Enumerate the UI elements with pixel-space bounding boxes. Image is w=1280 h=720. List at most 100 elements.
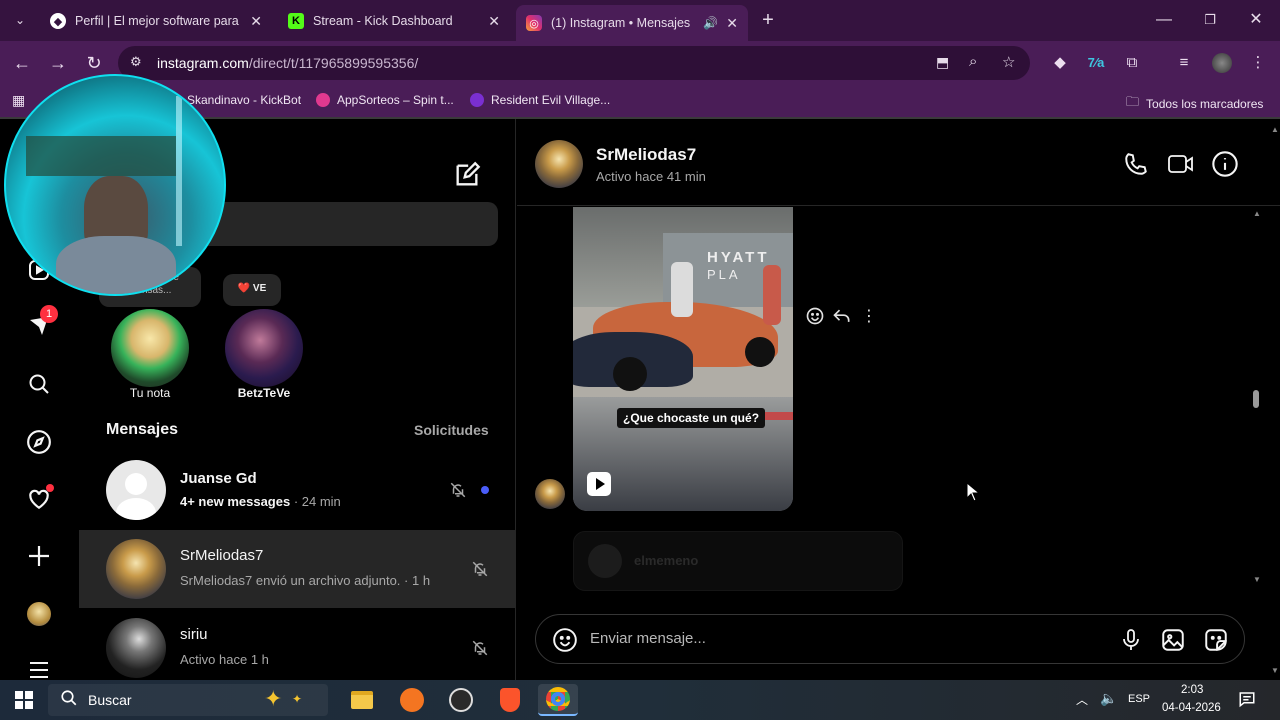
minimize-button[interactable]: — (1150, 8, 1178, 32)
friend-note-bubble[interactable]: ❤️ VE (223, 274, 281, 306)
blurred-message: elmemeno (573, 531, 903, 591)
address-bar[interactable]: ⚙ instagram.com/direct/t/117965899595356… (118, 46, 1030, 80)
bookmark-resident-evil[interactable]: Resident Evil Village... (470, 93, 610, 107)
tab-close-icon[interactable]: ✕ (488, 13, 500, 30)
url-host: instagram.com (157, 55, 249, 71)
bookmark-label: Resident Evil Village... (491, 93, 611, 107)
windows-start-icon[interactable] (4, 684, 44, 716)
url-text: instagram.com/direct/t/117965899595356/ (157, 55, 418, 71)
notifications-center-icon[interactable] (1238, 690, 1256, 713)
mouse-cursor-icon (966, 481, 981, 507)
message-input[interactable]: Enviar mensaje... (590, 630, 706, 647)
preview-time: · 24 min (290, 494, 341, 509)
audio-call-icon[interactable] (1123, 151, 1149, 182)
preview-time: · 1 h (400, 573, 431, 588)
contact-avatar[interactable] (535, 140, 583, 188)
contact-status: Activo hace 41 min (596, 169, 706, 184)
chrome-browser-icon[interactable] (538, 684, 578, 716)
requests-link[interactable]: Solicitudes (414, 422, 489, 438)
tab-close-icon[interactable]: ✕ (726, 15, 738, 32)
tab-audio-icon[interactable]: 🔊 (703, 16, 718, 30)
tab-kick-dashboard[interactable]: K Stream - Kick Dashboard ✕ (278, 7, 510, 35)
sticker-icon[interactable] (1203, 627, 1229, 658)
new-tab-button[interactable]: + (756, 8, 780, 32)
new-message-icon[interactable] (453, 161, 483, 191)
taskbar-search-box[interactable]: Buscar ✦ ✦ (48, 684, 328, 716)
chat-header: SrMeliodas7 Activo hace 41 min (517, 119, 1280, 206)
extensions-puzzle-icon[interactable]: ⧉ (1120, 51, 1144, 75)
react-emoji-icon[interactable] (805, 306, 825, 331)
sender-avatar[interactable] (535, 479, 565, 509)
tab-title: Stream - Kick Dashboard (313, 14, 453, 28)
shared-reel[interactable]: HYATT PLA ¿Que chocaste un qué? (573, 207, 793, 511)
extension-proton-icon[interactable]: ◆ (1048, 51, 1072, 75)
page-scrollbar[interactable]: ▲ ▼ (1270, 119, 1280, 682)
conversation-info-icon[interactable] (1211, 150, 1239, 183)
bookmark-star-icon[interactable]: ☆ (1002, 53, 1015, 71)
add-photo-icon[interactable] (1160, 627, 1186, 658)
clock-date[interactable]: 04-04-2026 (1162, 702, 1221, 714)
site-info-icon[interactable]: ⚙ (130, 54, 142, 70)
chat-panel: SrMeliodas7 Activo hace 41 min HYATT PLA (517, 119, 1280, 682)
tab-search-button[interactable]: ⌄ (10, 10, 30, 30)
tab-close-icon[interactable]: ✕ (250, 13, 262, 30)
create-plus-icon[interactable] (24, 541, 54, 571)
explore-compass-icon[interactable] (24, 427, 54, 457)
url-path: /direct/t/117965899595356/ (248, 55, 419, 71)
restore-button[interactable]: ❐ (1196, 8, 1224, 32)
reel-play-icon (587, 472, 611, 496)
preview-text: SrMeliodas7 envió un archivo adjunto. (180, 573, 401, 588)
zoom-icon[interactable]: ⌕ (969, 53, 977, 70)
apps-grid-icon[interactable]: ▦ (12, 92, 25, 109)
reload-button[interactable]: ↻ (82, 51, 106, 75)
conversation-item[interactable]: Juanse Gd 4+ new messages · 24 min (79, 451, 516, 529)
friend-note-avatar[interactable] (225, 309, 303, 387)
my-note-label: Tu nota (129, 386, 171, 400)
close-window-button[interactable]: ✕ (1242, 8, 1270, 32)
copilot-sparkle-icon: ✦ (264, 686, 283, 711)
preview-text: 4+ new messages (180, 494, 291, 509)
messages-icon[interactable]: 1 (24, 305, 58, 341)
conversation-item-selected[interactable]: SrMeliodas7 SrMeliodas7 envió un archivo… (79, 530, 516, 608)
back-button[interactable]: ← (10, 51, 34, 75)
language-indicator[interactable]: ESP (1128, 693, 1150, 705)
media-controls-icon[interactable]: ≡ (1172, 51, 1196, 75)
bookmark-label: Skandinavo - KickBot (187, 93, 302, 107)
muted-bell-icon (471, 560, 489, 578)
voice-message-icon[interactable] (1119, 627, 1143, 658)
tray-overflow-icon[interactable]: ︿ (1076, 691, 1088, 708)
crunchyroll-icon[interactable] (392, 684, 432, 716)
browser-menu-icon[interactable]: ⋮ (1246, 51, 1270, 75)
folder-icon: 🗀 (1126, 94, 1140, 109)
emoji-picker-icon[interactable] (552, 627, 578, 658)
brave-browser-icon[interactable] (490, 684, 530, 716)
file-explorer-icon[interactable] (342, 684, 382, 716)
instagram-logo-icon: ◎ (526, 15, 542, 31)
conversation-preview: Activo hace 1 h (180, 652, 269, 667)
obs-studio-icon[interactable] (441, 684, 481, 716)
chat-scrollbar[interactable]: ▲ ▼ (1252, 207, 1262, 587)
install-app-icon[interactable]: ⬒ (936, 54, 949, 71)
search-icon[interactable] (24, 369, 54, 399)
conversation-item[interactable]: siriu Activo hace 1 h (79, 609, 516, 687)
tab-perfil[interactable]: ◆ Perfil | El mejor software para p ✕ (40, 7, 272, 35)
contact-name[interactable]: SrMeliodas7 (596, 145, 696, 165)
search-icon (60, 689, 78, 712)
kick-logo-icon: K (288, 13, 304, 29)
more-options-icon[interactable]: ⋮ (861, 306, 877, 326)
profile-avatar-icon[interactable] (1210, 51, 1234, 75)
bookmark-appsorteos[interactable]: AppSorteos – Spin t... (316, 93, 454, 107)
extension-translate-icon[interactable]: 7⁄a (1084, 51, 1108, 75)
message-composer[interactable]: Enviar mensaje... (535, 614, 1245, 664)
profile-avatar[interactable] (24, 599, 54, 629)
clock-time[interactable]: 2:03 (1181, 684, 1203, 696)
forward-button[interactable]: → (46, 51, 70, 75)
all-bookmarks-button[interactable]: 🗀 Todos los marcadores (1126, 93, 1263, 115)
video-call-icon[interactable] (1167, 151, 1195, 182)
my-note-avatar[interactable] (111, 309, 189, 387)
volume-icon[interactable]: 🔈 (1100, 690, 1117, 707)
friend-note-label: BetzTeVe (237, 386, 291, 400)
notifications-heart-icon[interactable] (24, 484, 54, 514)
tab-instagram[interactable]: ◎ (1) Instagram • Mensajes 🔊 ✕ (516, 5, 748, 41)
reply-icon[interactable] (832, 306, 852, 331)
